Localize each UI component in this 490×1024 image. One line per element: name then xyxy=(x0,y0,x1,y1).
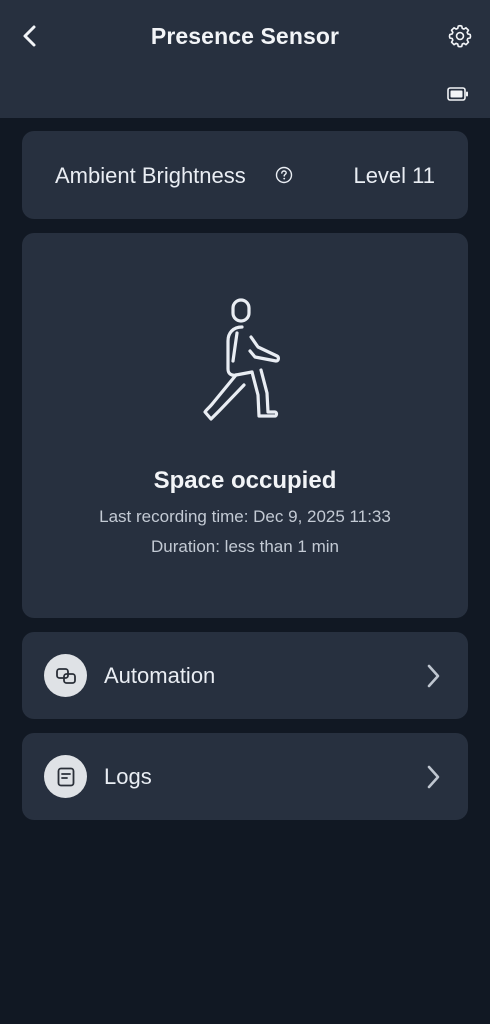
presence-status-card: Space occupied Last recording time: Dec … xyxy=(22,233,468,618)
occupancy-duration: Duration: less than 1 min xyxy=(150,537,340,556)
page-title: Presence Sensor xyxy=(150,23,340,49)
walking-person-icon xyxy=(203,298,280,421)
automation-icon-badge xyxy=(44,654,87,697)
last-recording-time: Last recording time: Dec 9, 2025 11:33 xyxy=(99,507,391,526)
ambient-brightness-label: Ambient Brightness xyxy=(55,163,246,188)
logs-icon-badge xyxy=(44,755,87,798)
settings-button[interactable] xyxy=(444,20,476,52)
presence-status-title: Space occupied xyxy=(153,467,337,494)
gear-icon xyxy=(448,24,472,48)
automation-label: Automation xyxy=(104,663,216,688)
ambient-brightness-card: Ambient Brightness Level 11 xyxy=(22,131,468,219)
battery-icon xyxy=(447,87,468,101)
chevron-right-icon xyxy=(427,765,440,789)
automation-row[interactable]: Automation xyxy=(22,632,468,719)
chevron-right-icon xyxy=(427,664,440,688)
logs-label: Logs xyxy=(104,764,152,789)
automation-icon xyxy=(55,667,76,684)
logs-row[interactable]: Logs xyxy=(22,733,468,820)
log-document-icon xyxy=(57,767,74,786)
question-circle-icon[interactable] xyxy=(275,166,293,184)
app-header: Presence Sensor xyxy=(0,0,490,118)
ambient-brightness-value: Level 11 xyxy=(353,163,435,188)
